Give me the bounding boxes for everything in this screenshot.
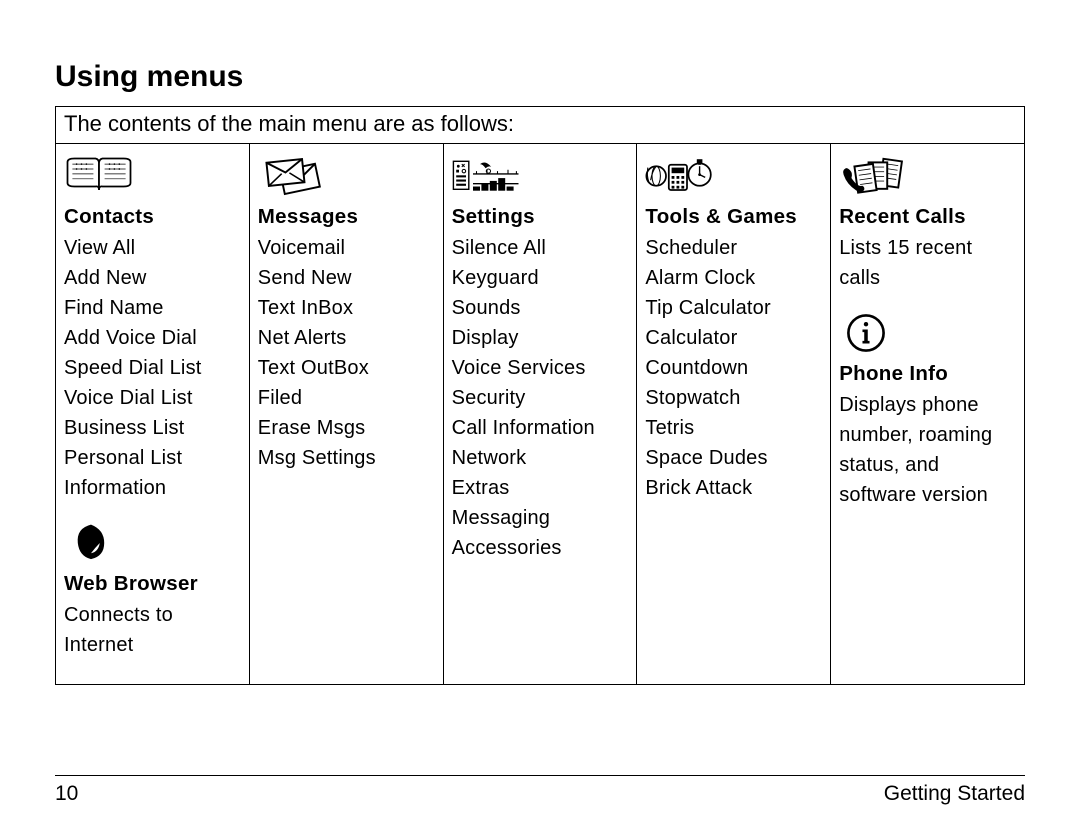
section-heading: Using menus [55, 60, 1025, 94]
menu-title: Contacts [64, 202, 243, 233]
info-icon [839, 307, 1018, 359]
menu-title: Recent Calls [839, 202, 1018, 233]
menu-item: Silence All [452, 233, 631, 263]
menu-column: MessagesVoicemailSend NewText InBoxNet A… [250, 144, 444, 684]
menu-item: Extras [452, 473, 631, 503]
menu-item: Send New [258, 263, 437, 293]
menu-item: Display [452, 323, 631, 353]
swoosh-icon [64, 517, 243, 569]
menu-item: Voice Dial List [64, 383, 243, 413]
menu-item: View All [64, 233, 243, 263]
menu-item: Personal List [64, 443, 243, 473]
sliders-icon [452, 150, 631, 202]
menu-item: Information [64, 473, 243, 503]
menu-item: Msg Settings [258, 443, 437, 473]
menu-item: Business List [64, 413, 243, 443]
menu-item: Add Voice Dial [64, 323, 243, 353]
menu-description: Lists 15 recent calls [839, 233, 1018, 293]
menu-item: Tetris [645, 413, 824, 443]
menu-description: Connects to Internet [64, 600, 243, 660]
menu-item: Accessories [452, 533, 631, 563]
menu-item: Find Name [64, 293, 243, 323]
menu-item: Countdown [645, 353, 824, 383]
book-icon [64, 150, 243, 202]
menu-block: Recent CallsLists 15 recent calls [839, 150, 1018, 293]
menu-column: ContactsView AllAdd NewFind NameAdd Voic… [56, 144, 250, 684]
menu-item: Messaging [452, 503, 631, 533]
menu-column: Recent CallsLists 15 recent calls Phone … [831, 144, 1024, 684]
envelopes-icon [258, 150, 437, 202]
menu-item: Calculator [645, 323, 824, 353]
intro-text: The contents of the main menu are as fol… [56, 107, 1024, 144]
menu-item: Security [452, 383, 631, 413]
menu-item: Net Alerts [258, 323, 437, 353]
menu-title: Messages [258, 202, 437, 233]
menu-item: Text InBox [258, 293, 437, 323]
menu-item: Voicemail [258, 233, 437, 263]
menu-table: The contents of the main menu are as fol… [55, 106, 1025, 685]
menu-item: Network [452, 443, 631, 473]
menu-item: Space Dudes [645, 443, 824, 473]
menu-item: Sounds [452, 293, 631, 323]
menu-column: Tools & GamesSchedulerAlarm ClockTip Cal… [637, 144, 831, 684]
menu-block: SettingsSilence AllKeyguardSoundsDisplay… [452, 150, 631, 563]
page-number: 10 [55, 782, 78, 806]
menu-item: Stopwatch [645, 383, 824, 413]
menu-column: SettingsSilence AllKeyguardSoundsDisplay… [444, 144, 638, 684]
menu-item: Text OutBox [258, 353, 437, 383]
phone-calls-icon [839, 150, 1018, 202]
menu-item: Add New [64, 263, 243, 293]
menu-block: ContactsView AllAdd NewFind NameAdd Voic… [64, 150, 243, 503]
menu-block: Phone InfoDisplays phone number, roaming… [839, 307, 1018, 510]
menu-title: Phone Info [839, 359, 1018, 390]
menu-title: Tools & Games [645, 202, 824, 233]
menu-title: Settings [452, 202, 631, 233]
menu-item: Speed Dial List [64, 353, 243, 383]
menu-block: MessagesVoicemailSend NewText InBoxNet A… [258, 150, 437, 473]
menu-item: Alarm Clock [645, 263, 824, 293]
menu-description: Displays phone number, roaming status, a… [839, 390, 1018, 510]
menu-item: Brick Attack [645, 473, 824, 503]
menu-block: Tools & GamesSchedulerAlarm ClockTip Cal… [645, 150, 824, 503]
menu-block: Web BrowserConnects to Internet [64, 517, 243, 660]
menu-item: Scheduler [645, 233, 824, 263]
tools-icon [645, 150, 824, 202]
menu-item: Filed [258, 383, 437, 413]
menu-item: Erase Msgs [258, 413, 437, 443]
footer-section: Getting Started [884, 782, 1025, 806]
menu-item: Keyguard [452, 263, 631, 293]
menu-item: Voice Services [452, 353, 631, 383]
menu-item: Tip Calculator [645, 293, 824, 323]
menu-item: Call Information [452, 413, 631, 443]
menu-title: Web Browser [64, 569, 243, 600]
page-footer: 10 Getting Started [55, 775, 1025, 806]
